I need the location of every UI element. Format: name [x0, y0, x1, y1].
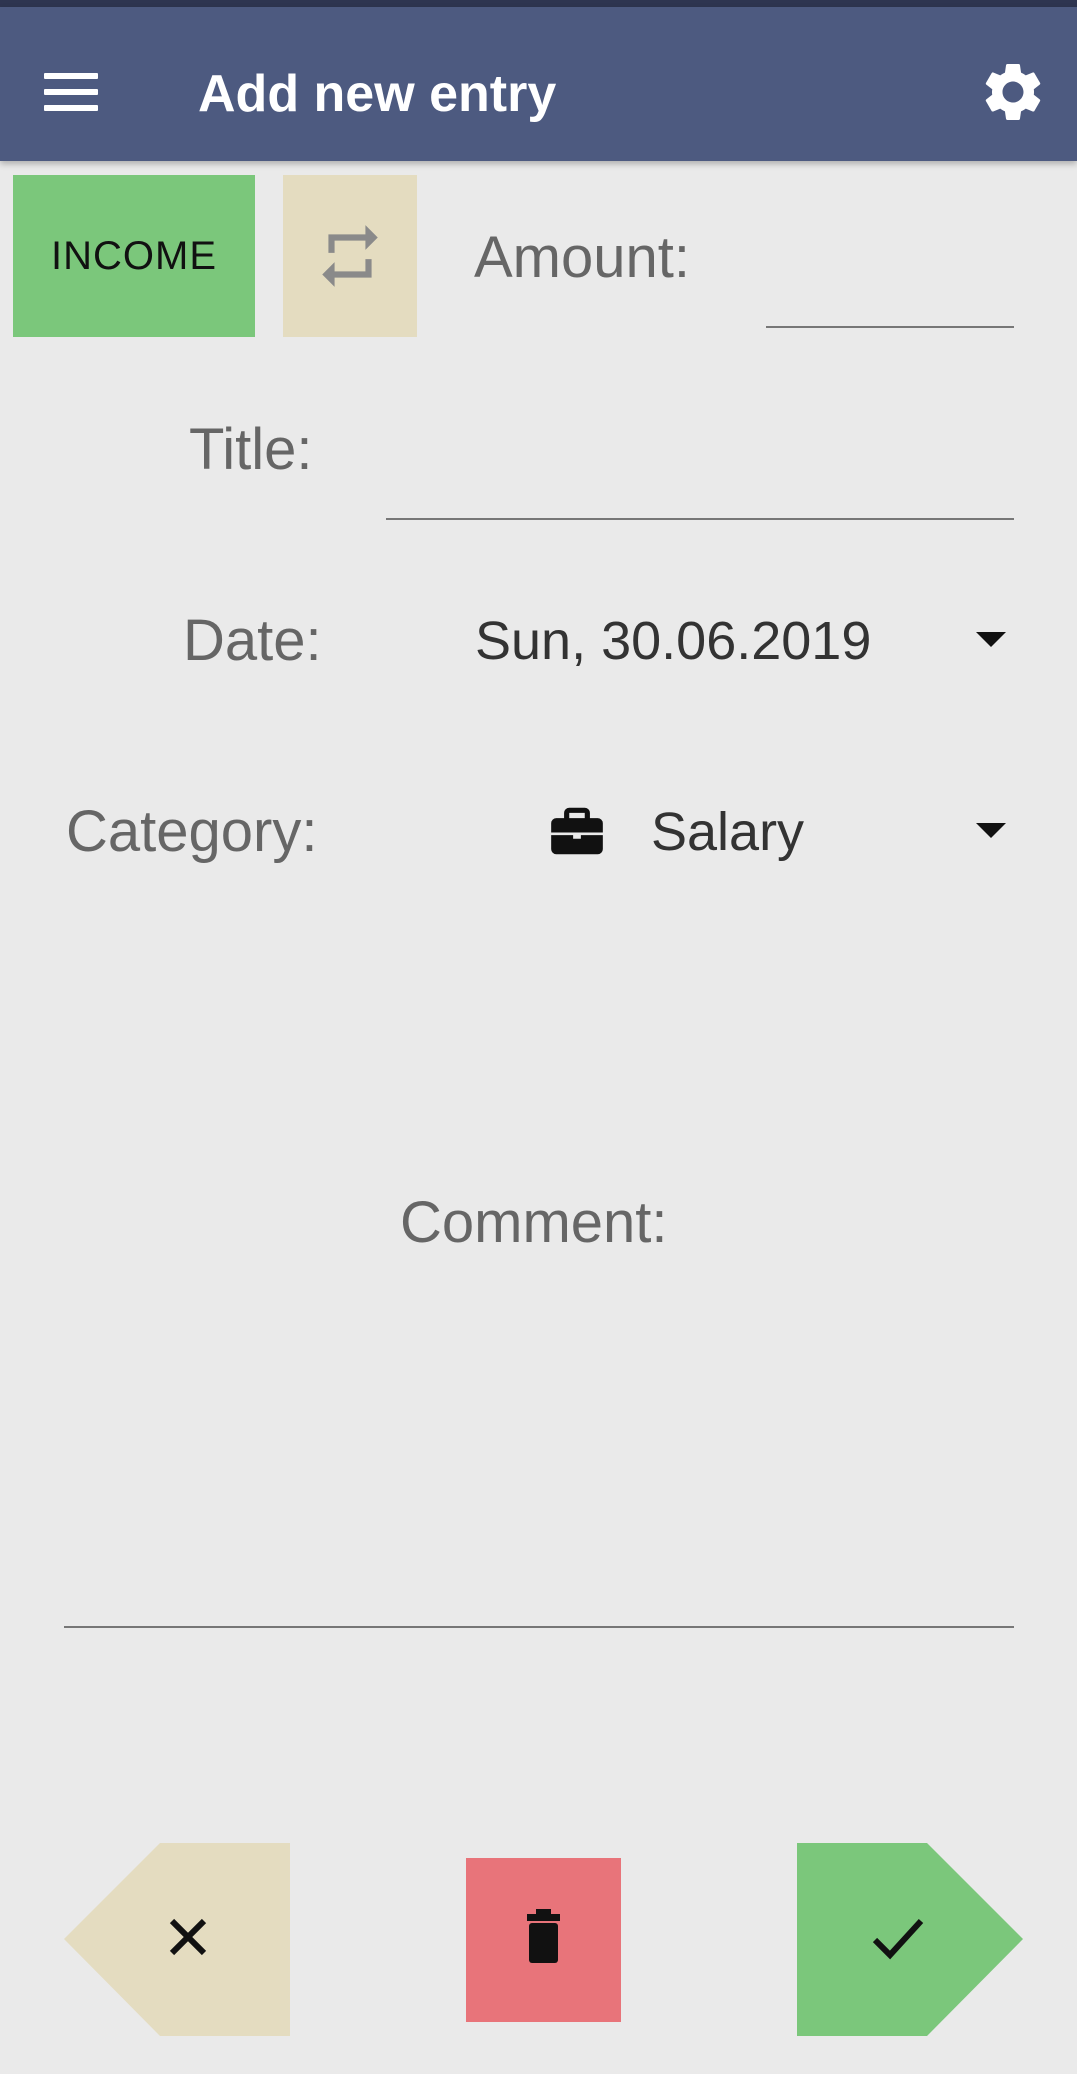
title-underline [386, 518, 1014, 520]
app-bar: Add new entry [0, 7, 1077, 161]
comment-label: Comment: [400, 1190, 668, 1255]
category-dropdown-arrow-icon[interactable] [976, 823, 1006, 838]
category-dropdown[interactable]: Salary [651, 797, 804, 867]
date-label: Date: [183, 608, 322, 673]
cancel-button[interactable] [64, 1843, 290, 2036]
income-type-button[interactable]: INCOME [13, 175, 255, 337]
date-dropdown[interactable]: Sun, 30.06.2019 [475, 606, 871, 676]
title-input[interactable] [386, 436, 1018, 516]
gear-icon[interactable] [978, 57, 1048, 127]
delete-button[interactable] [466, 1858, 621, 2022]
status-bar-edge [0, 0, 1077, 7]
briefcase-icon [551, 807, 603, 855]
hamburger-menu-icon[interactable] [44, 59, 110, 125]
comment-input[interactable] [64, 1270, 1018, 1626]
date-dropdown-arrow-icon[interactable] [976, 632, 1006, 647]
amount-label: Amount: [474, 225, 690, 290]
category-label: Category: [66, 799, 318, 864]
amount-input[interactable] [766, 246, 1018, 324]
trash-icon [527, 1909, 560, 1963]
amount-underline [766, 326, 1014, 328]
comment-underline [64, 1626, 1014, 1628]
repeat-button[interactable] [283, 175, 417, 337]
page-title: Add new entry [198, 65, 557, 123]
confirm-button[interactable] [797, 1843, 1023, 2036]
repeat-icon [322, 225, 378, 287]
title-label: Title: [189, 417, 313, 482]
